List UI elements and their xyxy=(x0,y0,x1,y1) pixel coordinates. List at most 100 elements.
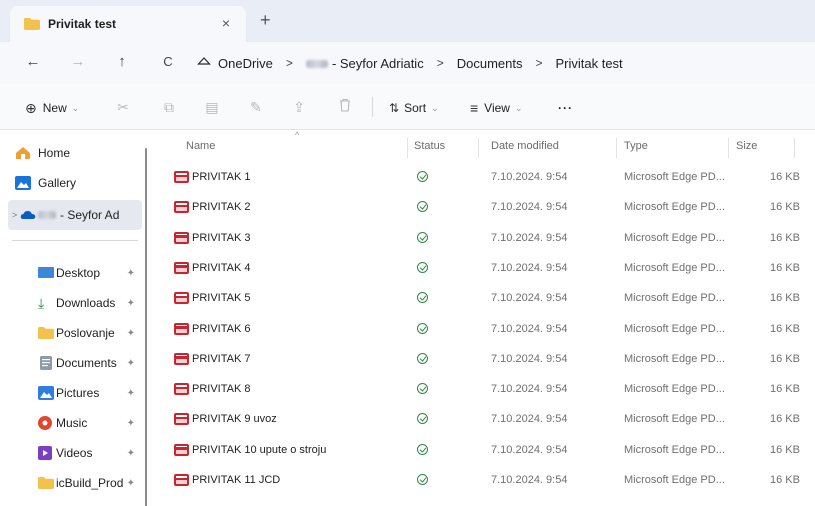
refresh-icon[interactable]: C xyxy=(157,51,179,73)
file-size: 16 KB xyxy=(770,322,800,335)
table-row[interactable]: PRIVITAK 3 7.10.2024. 9:54 Microsoft Edge … xyxy=(148,224,815,254)
sidebar-item-videos[interactable]: Videos ✦ xyxy=(0,438,143,468)
chevron-down-icon: ⌄ xyxy=(514,102,523,113)
file-type: Microsoft Edge PD... xyxy=(624,413,725,426)
pdf-file-icon xyxy=(174,413,189,426)
pdf-file-icon xyxy=(174,474,189,486)
sidebar-item-label: Poslovanje xyxy=(56,326,115,340)
file-type: Microsoft Edge PD... xyxy=(624,231,725,244)
column-separator[interactable] xyxy=(794,138,795,158)
tab-strip: Privitak test × + xyxy=(0,0,815,42)
file-type: Microsoft Edge PD... xyxy=(624,443,725,456)
file-date-modified: 7.10.2024. 9:54 xyxy=(491,261,568,274)
tab-title: Privitak test xyxy=(48,17,117,31)
pdf-file-icon xyxy=(174,322,189,335)
file-date-modified: 7.10.2024. 9:54 xyxy=(491,352,568,365)
sort-icon: ⇅ xyxy=(389,101,400,115)
sidebar-item-icbuild-prod[interactable]: icBuild_Prod ✦ xyxy=(0,468,143,498)
chevron-down-icon: ⌄ xyxy=(431,102,439,113)
table-row[interactable]: PRIVITAK 9 uvoz 7.10.2024. 9:54 Microsoft … xyxy=(148,405,815,435)
music-icon xyxy=(38,416,54,430)
file-size: 16 KB xyxy=(770,201,800,214)
sidebar-item-gallery[interactable]: Gallery xyxy=(0,168,143,198)
pin-icon: ✦ xyxy=(126,297,135,309)
close-icon[interactable]: × xyxy=(222,15,230,31)
file-name: PRIVITAK 3 xyxy=(192,231,251,244)
sidebar-scrollbar[interactable] xyxy=(145,148,147,506)
column-header-size[interactable]: Size xyxy=(736,140,757,152)
pdf-file-icon xyxy=(174,443,189,456)
back-icon[interactable]: ← xyxy=(22,51,44,73)
home-icon xyxy=(15,146,31,160)
chevron-right-icon[interactable]: > xyxy=(12,210,17,220)
file-name: PRIVITAK 11 JCD xyxy=(192,474,281,486)
table-row[interactable]: PRIVITAK 6 7.10.2024. 9:54 Microsoft Edge … xyxy=(148,315,815,345)
sync-status-check-icon xyxy=(417,352,428,364)
table-row[interactable]: PRIVITAK 2 7.10.2024. 9:54 Microsoft Edge … xyxy=(148,193,815,223)
videos-icon xyxy=(38,446,54,460)
table-row[interactable]: PRIVITAK 1 7.10.2024. 9:54 Microsoft Edge … xyxy=(148,163,815,193)
forward-icon[interactable]: → xyxy=(67,51,89,73)
new-button[interactable]: ⊕ New ⌄ xyxy=(25,97,79,119)
column-header-type[interactable]: Type xyxy=(624,140,648,152)
new-tab-button[interactable]: + xyxy=(260,10,271,31)
table-row[interactable]: PRIVITAK 8 7.10.2024. 9:54 Microsoft Edge … xyxy=(148,375,815,405)
file-size: 16 KB xyxy=(770,443,800,456)
paste-icon[interactable]: ▤ xyxy=(203,98,221,116)
view-button[interactable]: ≡ View ⌄ xyxy=(470,97,523,119)
table-row[interactable]: PRIVITAK 5 7.10.2024. 9:54 Microsoft Edge … xyxy=(148,284,815,314)
column-separator[interactable] xyxy=(407,138,408,158)
sidebar-item-music[interactable]: Music ✦ xyxy=(0,408,143,438)
delete-icon[interactable] xyxy=(336,98,354,116)
share-icon[interactable]: ⇪ xyxy=(290,98,308,116)
breadcrumb-onedrive[interactable]: OneDrive xyxy=(218,56,273,71)
table-row[interactable]: PRIVITAK 11 JCD 7.10.2024. 9:54 Microsoft … xyxy=(148,466,815,496)
breadcrumb-documents[interactable]: Documents xyxy=(457,56,523,71)
sidebar-item-pictures[interactable]: Pictures ✦ xyxy=(0,378,143,408)
folder-icon xyxy=(24,18,40,30)
column-header-status[interactable]: Status xyxy=(414,140,445,152)
copy-icon[interactable]: ⧉ xyxy=(160,98,178,116)
navigation-pane: Home Gallery > - Seyfor Ad Desktop ✦ ⤓ D… xyxy=(0,130,145,506)
sort-label: Sort xyxy=(404,101,427,115)
table-row[interactable]: PRIVITAK 7 7.10.2024. 9:54 Microsoft Edge … xyxy=(148,345,815,375)
redacted-name xyxy=(305,60,328,69)
rename-icon[interactable]: ✎ xyxy=(247,98,265,116)
sort-button[interactable]: ⇅ Sort ⌄ xyxy=(389,97,439,119)
file-type: Microsoft Edge PD... xyxy=(624,474,725,486)
breadcrumb-privitak-test[interactable]: Privitak test xyxy=(555,56,622,71)
sidebar-item-label: Music xyxy=(56,416,88,430)
file-type: Microsoft Edge PD... xyxy=(624,292,725,305)
file-type: Microsoft Edge PD... xyxy=(624,352,725,365)
sync-status-check-icon xyxy=(417,383,428,395)
column-separator[interactable] xyxy=(728,138,729,158)
file-type: Microsoft Edge PD... xyxy=(624,383,725,396)
sidebar-item-downloads[interactable]: ⤓ Downloads ✦ xyxy=(0,288,143,318)
breadcrumb-seyfor[interactable]: - Seyfor Adriatic xyxy=(305,56,424,71)
up-icon[interactable]: ↑ xyxy=(111,51,133,73)
file-size: 16 KB xyxy=(770,231,800,244)
pdf-file-icon xyxy=(174,231,189,244)
column-header-date-modified[interactable]: Date modified xyxy=(491,140,559,152)
sidebar-item-poslovanje[interactable]: Poslovanje ✦ xyxy=(0,318,143,348)
sidebar-item-home[interactable]: Home xyxy=(0,138,143,168)
breadcrumb-separator: > xyxy=(535,56,543,70)
file-date-modified: 7.10.2024. 9:54 xyxy=(491,413,568,426)
sidebar-item-documents[interactable]: Documents ✦ xyxy=(0,348,143,378)
column-separator[interactable] xyxy=(478,138,479,158)
breadcrumb: OneDrive > - Seyfor Adriatic > Documents… xyxy=(196,52,623,74)
more-options-button[interactable]: ··· xyxy=(558,97,573,119)
view-icon: ≡ xyxy=(470,100,479,116)
tab-privitak-test[interactable]: Privitak test × xyxy=(10,6,246,42)
sidebar-item-label: Videos xyxy=(56,446,93,460)
cut-icon[interactable]: ✂ xyxy=(114,98,132,116)
sidebar-item-onedrive[interactable]: > - Seyfor Ad xyxy=(8,200,142,230)
table-row[interactable]: PRIVITAK 10 upute o stroju 7.10.2024. 9:5… xyxy=(148,436,815,466)
sidebar-item-label: Gallery xyxy=(38,176,77,190)
table-row[interactable]: PRIVITAK 4 7.10.2024. 9:54 Microsoft Edge … xyxy=(148,254,815,284)
sync-status-check-icon xyxy=(417,413,428,425)
column-separator[interactable] xyxy=(616,138,617,158)
sidebar-item-desktop[interactable]: Desktop ✦ xyxy=(0,258,143,288)
onedrive-outline-icon xyxy=(196,56,212,71)
column-header-name[interactable]: Name xyxy=(186,140,215,152)
